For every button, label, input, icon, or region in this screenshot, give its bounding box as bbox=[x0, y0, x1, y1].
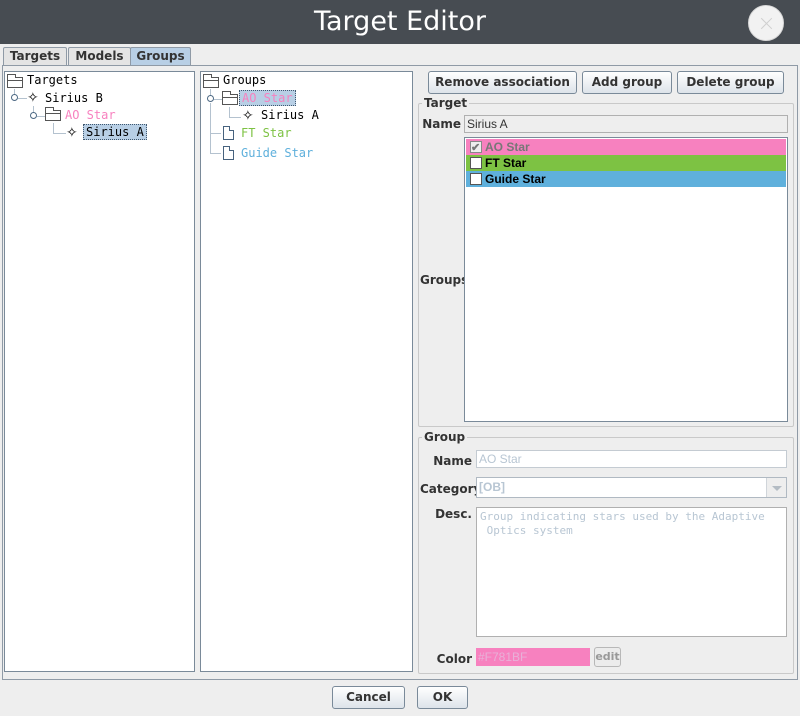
group-checkbox-guide-star[interactable] bbox=[470, 173, 482, 185]
group-category-label: Category bbox=[420, 482, 482, 496]
folder-icon bbox=[222, 91, 238, 105]
chevron-down-icon[interactable] bbox=[766, 478, 786, 497]
tree-line bbox=[210, 153, 221, 154]
star-icon: ✧ bbox=[27, 90, 39, 106]
tree-node-ao-star[interactable]: AO Star bbox=[63, 107, 118, 123]
tree-line bbox=[53, 123, 54, 133]
close-icon[interactable] bbox=[748, 5, 784, 41]
group-desc-label: Desc. bbox=[435, 507, 472, 521]
group-category-select[interactable]: [OB] bbox=[476, 477, 787, 498]
targets-tree[interactable]: Targets ✧ Sirius B AO Star ✧ Sirius A bbox=[4, 71, 195, 672]
edit-color-button[interactable]: edit bbox=[594, 647, 621, 667]
folder-icon bbox=[45, 107, 61, 121]
group-panel-title: Group bbox=[422, 430, 468, 444]
tree-line bbox=[229, 117, 241, 118]
folder-icon bbox=[203, 74, 219, 88]
group-color-label: Color bbox=[436, 652, 472, 666]
group-category-value: [OB] bbox=[479, 480, 505, 494]
tree-root-targets[interactable]: Targets bbox=[25, 72, 80, 88]
add-group-button[interactable]: Add group bbox=[582, 71, 672, 94]
tree-line bbox=[214, 99, 222, 100]
groups-tree[interactable]: Groups AO Star ✧ Sirius A FT Star Guide … bbox=[200, 71, 413, 672]
tree-node-ao-star-group[interactable]: AO Star bbox=[239, 90, 296, 106]
tree-line bbox=[18, 98, 27, 99]
cancel-button[interactable]: Cancel bbox=[332, 686, 405, 709]
group-name-field[interactable]: AO Star bbox=[476, 450, 787, 468]
tree-line bbox=[210, 133, 221, 134]
tree-expand-handle[interactable] bbox=[11, 94, 18, 101]
tree-line bbox=[210, 103, 211, 153]
target-groups-label: Groups bbox=[420, 273, 469, 287]
folder-icon bbox=[7, 74, 23, 88]
tree-line bbox=[37, 116, 45, 117]
tab-models[interactable]: Models bbox=[68, 47, 131, 66]
group-name-label: Name bbox=[433, 454, 472, 468]
group-checkbox-ao-star[interactable] bbox=[470, 140, 482, 156]
target-panel-title: Target bbox=[422, 96, 470, 110]
groups-checklist[interactable]: AO Star FT Star Guide Star bbox=[464, 137, 788, 422]
group-color-swatch: #F781BF bbox=[476, 648, 590, 666]
tree-node-ft-star[interactable]: FT Star bbox=[239, 125, 294, 141]
group-row-ft-star[interactable]: FT Star bbox=[466, 155, 786, 171]
group-row-ao-star[interactable]: AO Star bbox=[466, 139, 786, 156]
star-icon: ✧ bbox=[242, 108, 254, 124]
tree-node-sirius-a-member[interactable]: Sirius A bbox=[259, 107, 321, 123]
title-bar: Target Editor bbox=[0, 0, 800, 44]
tree-node-guide-star[interactable]: Guide Star bbox=[239, 145, 315, 161]
target-name-field[interactable]: Sirius A bbox=[464, 115, 788, 133]
tree-expand-handle[interactable] bbox=[30, 112, 37, 119]
tab-targets[interactable]: Targets bbox=[3, 47, 67, 66]
page-icon bbox=[223, 146, 234, 160]
ok-button[interactable]: OK bbox=[417, 686, 468, 709]
tree-node-sirius-a[interactable]: Sirius A bbox=[83, 124, 147, 140]
delete-group-button[interactable]: Delete group bbox=[677, 71, 784, 94]
group-row-guide-star[interactable]: Guide Star bbox=[466, 171, 786, 187]
tree-root-groups[interactable]: Groups bbox=[221, 72, 268, 88]
tree-line bbox=[53, 133, 66, 134]
page-icon bbox=[223, 126, 234, 140]
group-checkbox-ft-star[interactable] bbox=[470, 157, 482, 169]
group-desc-textarea[interactable]: Group indicating stars used by the Adapt… bbox=[476, 507, 787, 637]
tree-node-sirius-b[interactable]: Sirius B bbox=[43, 90, 105, 106]
star-icon: ✧ bbox=[66, 125, 78, 141]
remove-association-button[interactable]: Remove association bbox=[428, 71, 577, 94]
tree-expand-handle[interactable] bbox=[207, 95, 214, 102]
tab-groups[interactable]: Groups bbox=[130, 47, 191, 66]
window-title: Target Editor bbox=[313, 6, 487, 37]
tree-line bbox=[229, 107, 230, 117]
target-name-label: Name bbox=[422, 117, 461, 131]
